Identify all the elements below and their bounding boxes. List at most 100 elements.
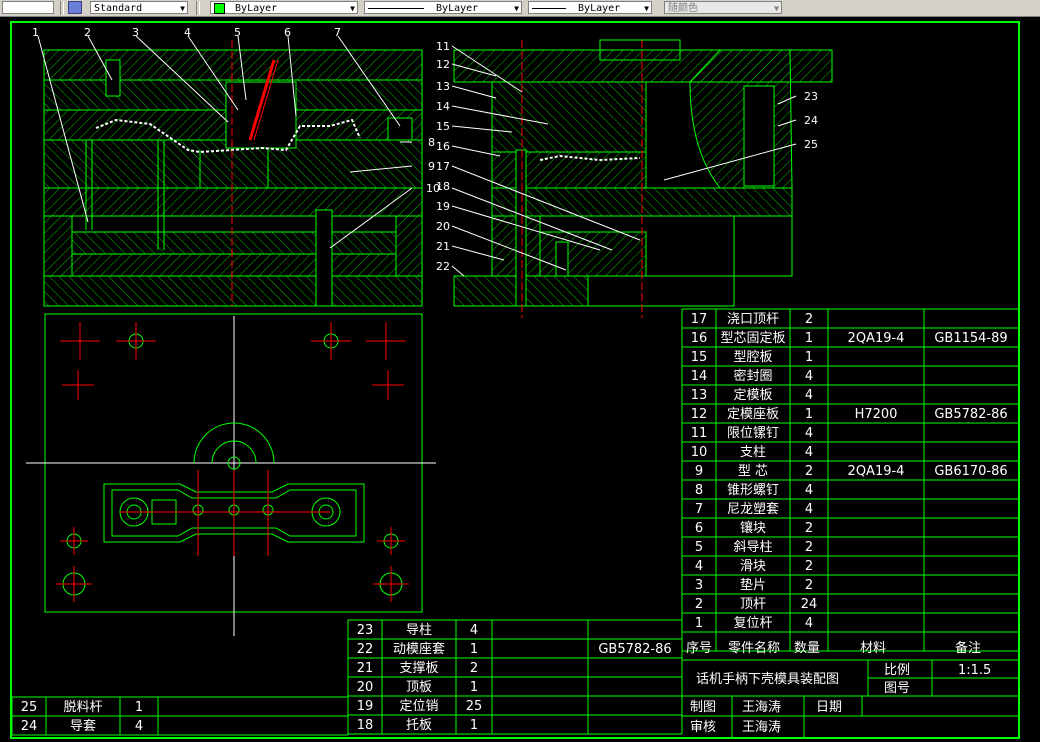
scale-value: 1:1.5 <box>958 663 991 678</box>
part-row-qty: 4 <box>805 445 813 460</box>
part-row-qty: 4 <box>805 426 813 441</box>
linetype-select[interactable]: ByLayer ▼ <box>364 1 522 14</box>
lineweight-value: ByLayer <box>578 3 621 14</box>
part-row-name: 复位杆 <box>733 616 772 631</box>
part-row-name: 斜导柱 <box>733 540 772 555</box>
part2-row-no: 20 <box>357 680 374 695</box>
drawing-no-label: 图号 <box>884 681 910 696</box>
part2-row-qty: 4 <box>470 623 478 638</box>
properties-toolbar: Standard ▼ ByLayer ▼ ByLayer ▼ ByLayer ▼… <box>0 0 1040 17</box>
drawing-canvas[interactable]: 1 2 3 4 5 6 7 8 9 10 11 12 13 14 15 16 1… <box>0 17 1040 742</box>
part-row-name: 型 芯 <box>738 464 768 479</box>
chevron-down-icon: ▼ <box>774 4 779 13</box>
callout-2: 2 <box>84 26 91 39</box>
part-row-qty: 24 <box>801 597 818 612</box>
callout-4: 4 <box>184 26 191 39</box>
part-row-name: 镶块 <box>740 520 766 536</box>
title-block-text: 话机手柄下壳模具装配图 比例 1:1.5 图号 制图 王海涛 日期 审核 王海涛 <box>690 663 991 735</box>
part-row-qty: 4 <box>805 388 813 403</box>
plot-style-select[interactable]: 随颜色 ▼ <box>664 1 782 14</box>
part2-row-no: 21 <box>357 661 374 676</box>
part-row-material: 2QA19-4 <box>848 331 905 346</box>
text-style-value: Standard <box>94 3 143 14</box>
callout-15: 15 <box>436 120 450 133</box>
part-row-name: 尼龙塑套 <box>727 501 779 517</box>
part-row-no: 5 <box>695 540 703 555</box>
header-mat: 材料 <box>860 641 886 656</box>
callout-9: 9 <box>428 160 435 173</box>
callout-20: 20 <box>436 220 450 233</box>
part-row-no: 16 <box>691 331 708 346</box>
callout-18: 18 <box>436 180 450 193</box>
part-row-name: 顶杆 <box>740 597 766 612</box>
callout-7: 7 <box>334 26 341 39</box>
part-row-no: 17 <box>691 312 708 327</box>
callout-8: 8 <box>428 136 435 149</box>
drawn-by: 王海涛 <box>742 699 781 715</box>
callout-11: 11 <box>436 40 450 53</box>
side-section-view <box>453 39 833 318</box>
part-row-no: 9 <box>695 464 703 479</box>
callout-12: 12 <box>436 58 450 71</box>
part-row-name: 垫片 <box>740 577 766 593</box>
part-row-no: 8 <box>695 483 703 498</box>
part-row-name: 定模板 <box>733 388 772 403</box>
callout-24: 24 <box>804 114 818 127</box>
toolbar-separator <box>60 1 64 15</box>
callout-19: 19 <box>436 200 450 213</box>
color-select[interactable]: ByLayer ▼ <box>210 1 358 14</box>
text-style-select[interactable]: Standard ▼ <box>90 1 188 14</box>
part-row-no: 3 <box>695 578 703 593</box>
callout-23: 23 <box>804 90 818 103</box>
callout-21: 21 <box>436 240 450 253</box>
part2-row-qty: 25 <box>466 699 483 714</box>
part2-row-name: 托板 <box>406 718 432 733</box>
part-row-qty: 1 <box>805 331 813 346</box>
part-row-name: 定模座板 <box>727 407 779 422</box>
part-row-no: 12 <box>691 407 708 422</box>
text-style-icon[interactable] <box>68 1 82 14</box>
part-row-name: 锥形螺钉 <box>727 483 779 498</box>
part-row-qty: 2 <box>805 578 813 593</box>
part3-row-qty: 1 <box>135 700 143 715</box>
callout-14: 14 <box>436 100 450 113</box>
part-row-name: 型芯固定板 <box>720 331 785 346</box>
callout-5: 5 <box>234 26 241 39</box>
part-row-no: 4 <box>695 559 703 574</box>
part-row-qty: 1 <box>805 350 813 365</box>
part2-row-name: 导柱 <box>406 623 432 638</box>
plan-view <box>26 313 436 636</box>
callout-1: 1 <box>32 26 39 39</box>
callout-3: 3 <box>132 26 139 39</box>
part3-row-no: 25 <box>21 700 38 715</box>
part2-row-no: 22 <box>357 642 374 657</box>
part-row-no: 7 <box>695 502 703 517</box>
part2-row-name: 支撑板 <box>399 661 438 676</box>
part-row-name: 限位镙钉 <box>727 426 779 441</box>
checked-label: 审核 <box>690 720 716 735</box>
callout-13: 13 <box>436 80 450 93</box>
part2-row-qty: 1 <box>470 642 478 657</box>
linetype-value: ByLayer <box>436 3 479 14</box>
plot-style-value: 随颜色 <box>668 3 698 14</box>
part-row-qty: 4 <box>805 369 813 384</box>
front-section-view <box>43 40 423 307</box>
part-row-qty: 1 <box>805 407 813 422</box>
layer-properties-icon[interactable] <box>2 1 54 14</box>
part-row-qty: 4 <box>805 616 813 631</box>
part2-row-no: 23 <box>357 623 374 638</box>
chevron-down-icon: ▼ <box>180 4 185 13</box>
checked-by: 王海涛 <box>742 719 781 735</box>
date-label: 日期 <box>816 700 842 715</box>
part-row-qty: 2 <box>805 521 813 536</box>
part-row-no: 15 <box>691 350 708 365</box>
part-row-qty: 4 <box>805 483 813 498</box>
part-row-note: GB5782-86 <box>934 407 1007 422</box>
parts-list-left: 25 脱料杆 1 24 导套 4 <box>11 696 349 736</box>
part3-row-name: 导套 <box>70 718 96 734</box>
callout-22: 22 <box>436 260 450 273</box>
lineweight-select[interactable]: ByLayer ▼ <box>528 1 652 14</box>
part-row-qty: 2 <box>805 540 813 555</box>
callout-17: 17 <box>436 160 450 173</box>
part2-row-qty: 1 <box>470 718 478 733</box>
